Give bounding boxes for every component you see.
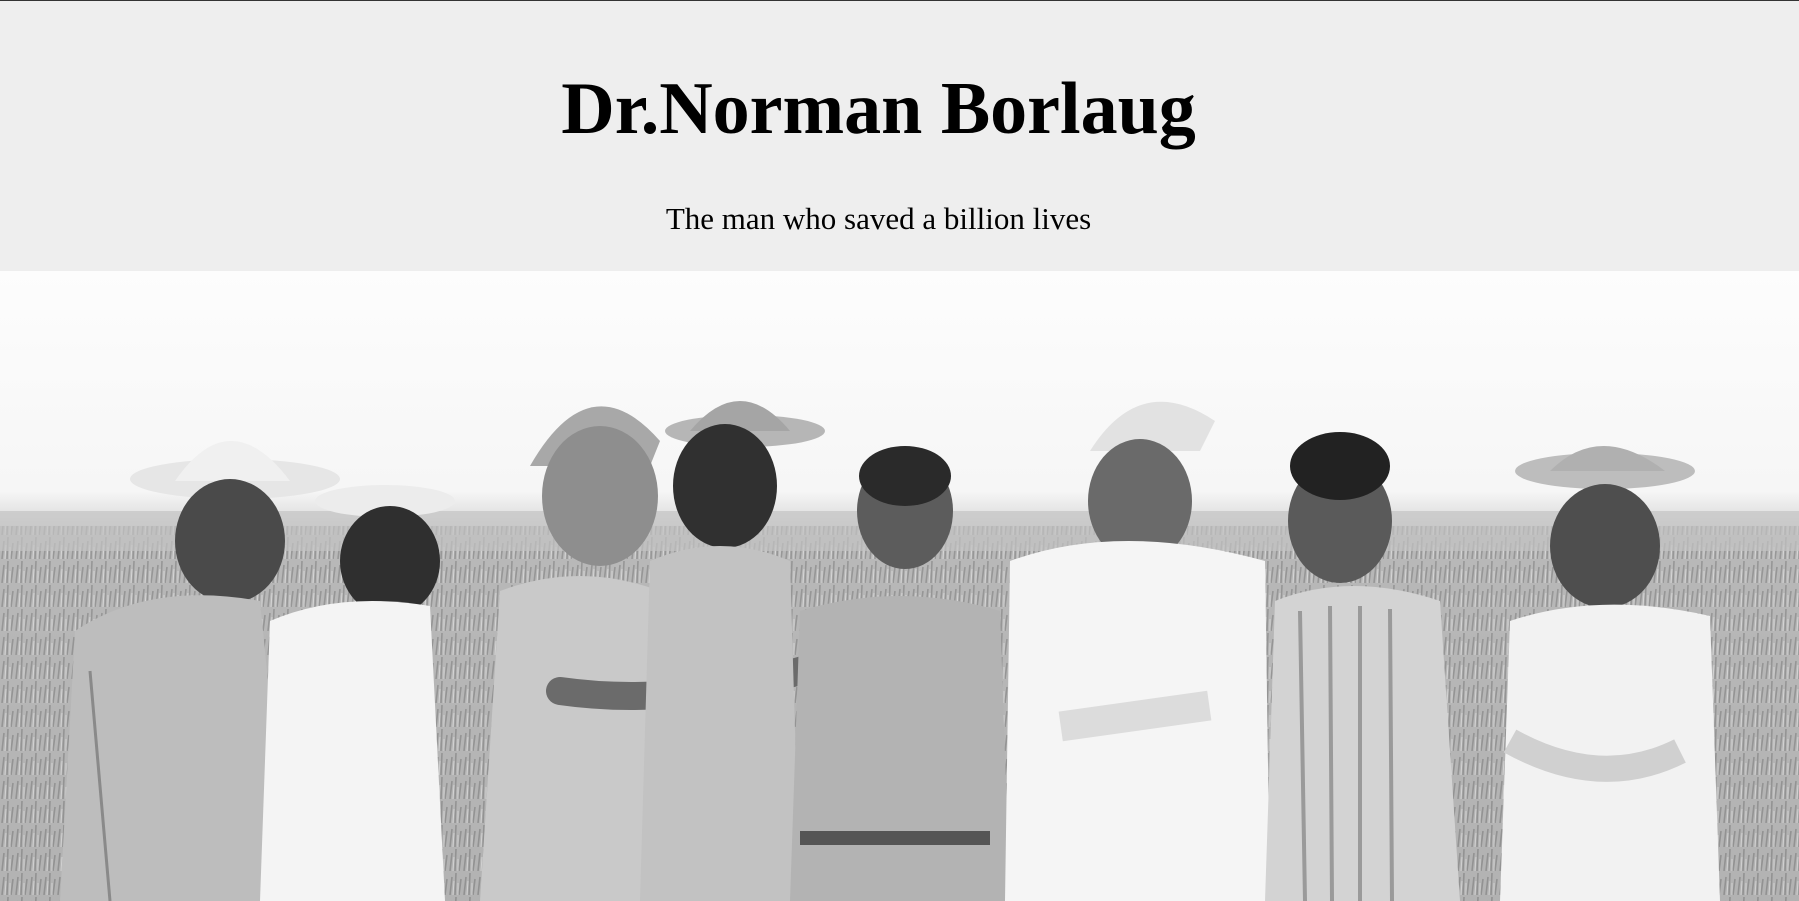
page-title: Dr.Norman Borlaug <box>561 68 1196 150</box>
tribute-photo <box>0 271 1799 901</box>
page-subtitle: The man who saved a billion lives <box>665 201 1092 236</box>
group-photo-image <box>0 271 1799 901</box>
header: Dr.Norman Borlaug The man who saved a bi… <box>0 1 1799 271</box>
